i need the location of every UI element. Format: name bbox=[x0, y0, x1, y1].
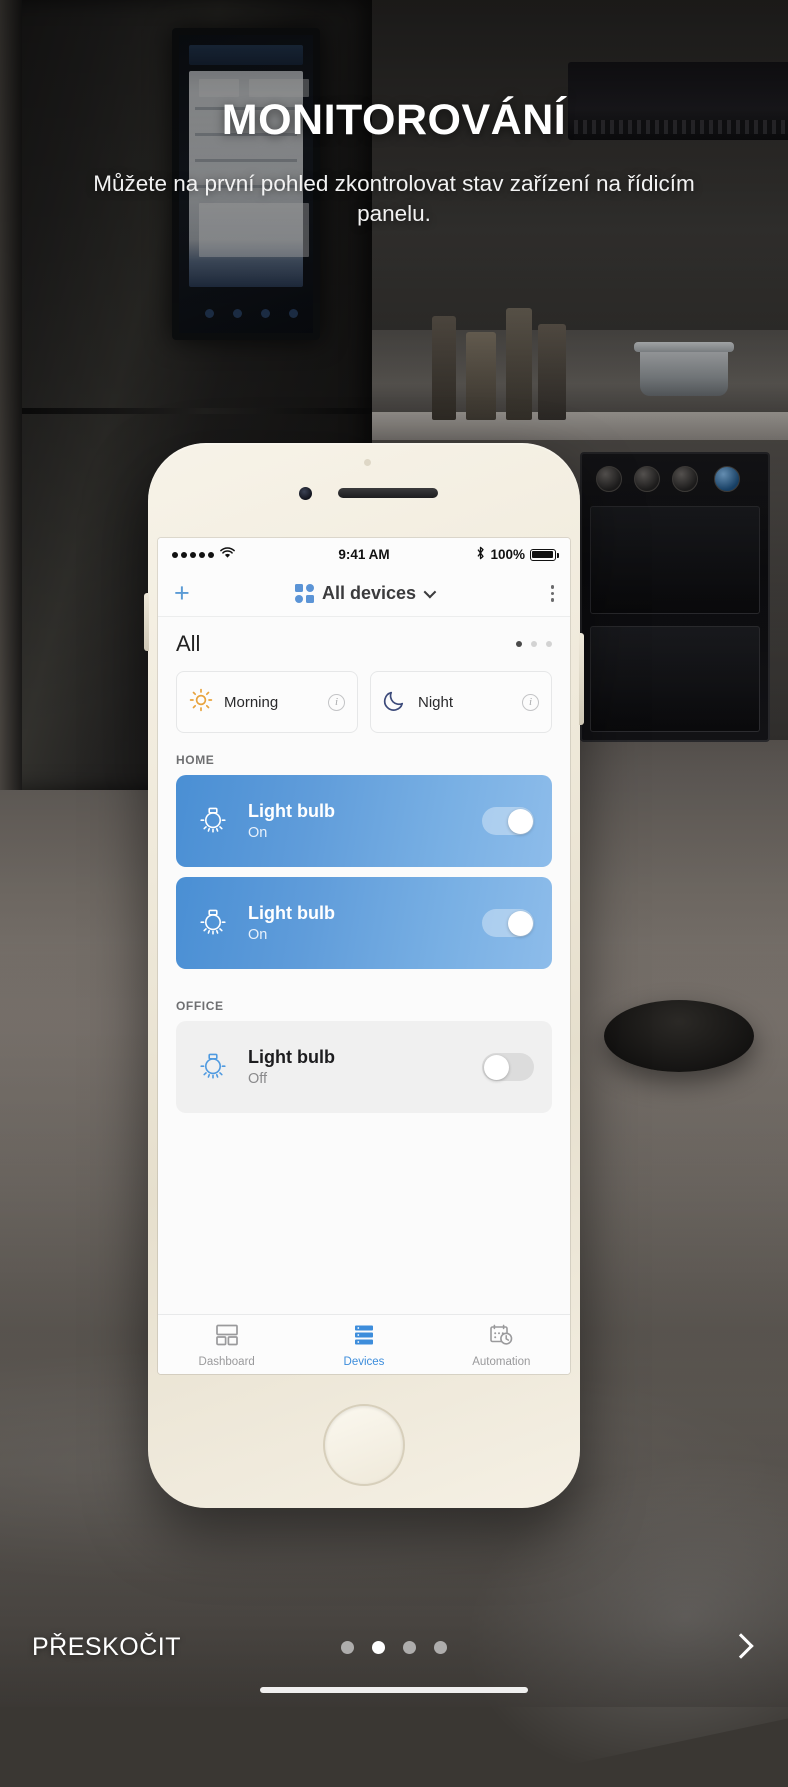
phone-earpiece-speaker bbox=[338, 488, 438, 498]
devices-scroll-area[interactable]: Morning i Night i HOME Light bulb On Lig… bbox=[158, 667, 570, 1374]
bottom-tab-bar: Dashboard Devices Automation bbox=[158, 1314, 570, 1374]
all-label: All bbox=[176, 631, 201, 656]
system-home-indicator bbox=[260, 1687, 528, 1693]
phone-volume-button bbox=[144, 593, 149, 651]
chevron-down-icon[interactable] bbox=[423, 585, 437, 599]
page-subtitle: Můžete na první pohled zkontrolovat stav… bbox=[93, 171, 695, 227]
phone-power-button bbox=[579, 633, 584, 725]
tab-devices[interactable]: Devices bbox=[295, 1315, 432, 1374]
page-title: MONITOROVÁNÍ bbox=[221, 96, 567, 144]
wifi-icon bbox=[220, 547, 235, 562]
devices-list-icon bbox=[352, 1324, 376, 1351]
device-labels: Light bulb On bbox=[248, 903, 335, 943]
tab-label: Devices bbox=[343, 1355, 385, 1368]
cellular-signal-icon bbox=[172, 551, 214, 558]
phone-screen: 9:41 AM 100% + All devices All Morning i… bbox=[158, 538, 570, 1374]
tab-label: Automation bbox=[472, 1355, 531, 1368]
automation-calendar-clock-icon bbox=[489, 1324, 514, 1351]
light-bulb-icon bbox=[194, 1046, 232, 1089]
room-page-dots[interactable] bbox=[516, 641, 552, 647]
more-vertical-icon[interactable] bbox=[550, 585, 554, 602]
device-card-light-bulb-office-1[interactable]: Light bulb Off bbox=[176, 1021, 552, 1113]
device-card-light-bulb-home-1[interactable]: Light bulb On bbox=[176, 775, 552, 867]
status-bar: 9:41 AM 100% bbox=[158, 538, 570, 571]
status-bar-left bbox=[172, 547, 338, 562]
tab-label: Dashboard bbox=[198, 1355, 255, 1368]
nav-title: All devices bbox=[321, 583, 417, 603]
scene-name: Night bbox=[418, 693, 454, 711]
device-toggle[interactable] bbox=[482, 807, 534, 835]
dashboard-icon bbox=[215, 1324, 239, 1351]
phone-sensor-dot bbox=[364, 459, 371, 466]
light-bulb-icon bbox=[194, 800, 232, 843]
light-bulb-icon bbox=[194, 902, 232, 945]
info-icon[interactable]: i bbox=[522, 693, 539, 711]
status-bar-clock: 9:41 AM bbox=[338, 547, 390, 562]
scene-name: Morning bbox=[224, 693, 279, 711]
group-label-home: HOME bbox=[176, 753, 215, 767]
device-name: Light bulb bbox=[248, 1047, 335, 1067]
device-toggle[interactable] bbox=[482, 909, 534, 937]
device-labels: Light bulb On bbox=[248, 801, 335, 841]
bluetooth-icon bbox=[476, 546, 485, 563]
app-nav-bar: + All devices bbox=[158, 571, 570, 617]
devices-grid-icon bbox=[294, 584, 314, 603]
battery-percent-label: 100% bbox=[490, 547, 526, 562]
onboarding-headline: MONITOROVÁNÍ Můžete na první pohled zkon… bbox=[0, 96, 788, 230]
add-device-button[interactable]: + bbox=[174, 580, 190, 607]
all-section-header: All bbox=[158, 617, 570, 667]
device-state: On bbox=[248, 927, 268, 943]
device-state: On bbox=[248, 825, 268, 841]
scene-card-morning[interactable]: Morning i bbox=[176, 671, 358, 733]
tab-dashboard[interactable]: Dashboard bbox=[158, 1315, 295, 1374]
info-icon[interactable]: i bbox=[328, 693, 345, 711]
moon-icon bbox=[383, 688, 407, 717]
phone-home-button[interactable] bbox=[323, 1404, 405, 1486]
status-bar-right: 100% bbox=[390, 546, 560, 563]
device-state: Off bbox=[248, 1071, 268, 1087]
device-name: Light bulb bbox=[248, 801, 335, 821]
battery-icon bbox=[530, 548, 560, 561]
next-button[interactable] bbox=[726, 1632, 756, 1662]
skip-button[interactable]: PŘESKOČIT bbox=[32, 1633, 181, 1662]
nav-title-group[interactable]: All devices bbox=[158, 583, 570, 604]
phone-mockup: 9:41 AM 100% + All devices All Morning i… bbox=[144, 443, 584, 1508]
phone-front-camera bbox=[299, 487, 312, 500]
scenes-row: Morning i Night i bbox=[158, 667, 570, 733]
group-label-office: OFFICE bbox=[176, 999, 224, 1013]
sun-icon bbox=[189, 688, 213, 717]
device-toggle[interactable] bbox=[482, 1053, 534, 1081]
device-card-light-bulb-home-2[interactable]: Light bulb On bbox=[176, 877, 552, 969]
device-labels: Light bulb Off bbox=[248, 1047, 335, 1087]
device-name: Light bulb bbox=[248, 903, 335, 923]
scene-card-night[interactable]: Night i bbox=[370, 671, 552, 733]
tab-automation[interactable]: Automation bbox=[433, 1315, 570, 1374]
